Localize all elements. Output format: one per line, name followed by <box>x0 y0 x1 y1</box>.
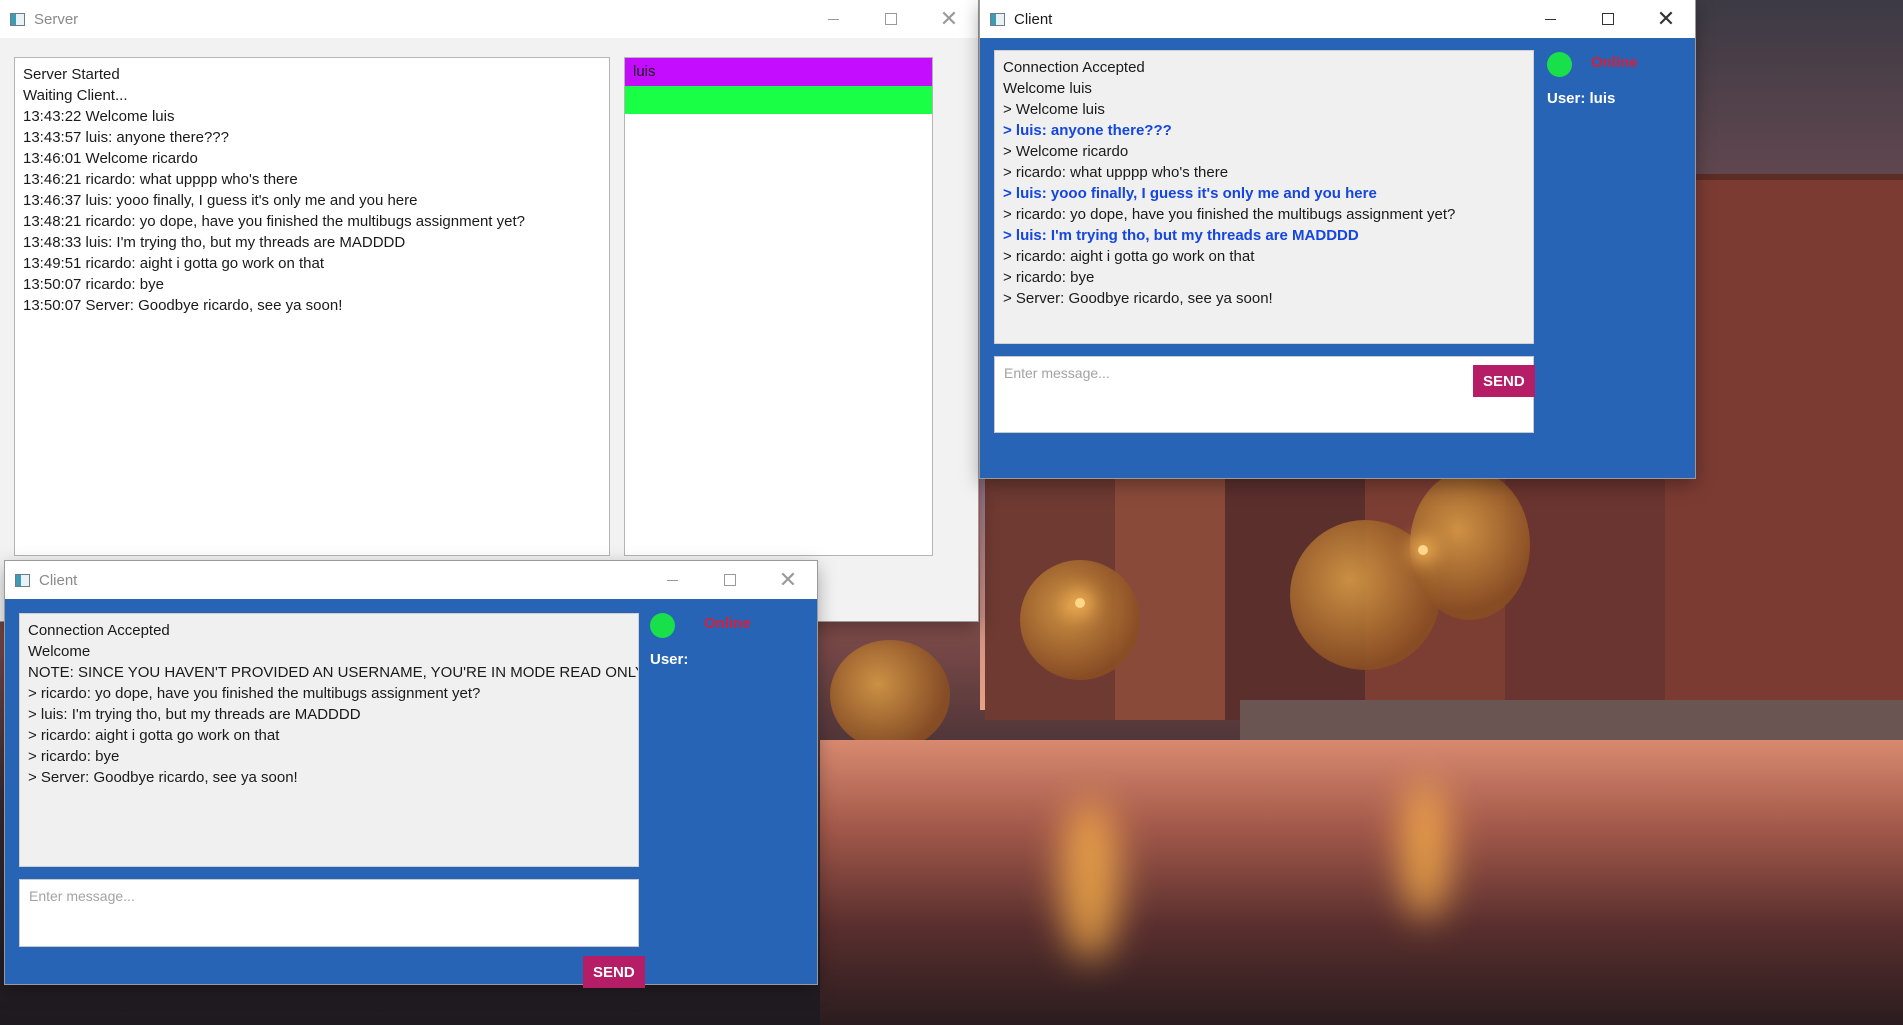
app-icon <box>990 12 1005 26</box>
log-line: > luis: anyone there??? <box>1003 122 1172 139</box>
user-label: User: luis <box>1547 90 1616 107</box>
minimize-button[interactable] <box>804 0 862 38</box>
log-line: > luis: I'm trying tho, but my threads a… <box>28 706 361 723</box>
log-line: Waiting Client... <box>23 87 128 104</box>
log-line: > ricardo: aight i gotta go work on that <box>28 727 280 744</box>
online-status-icon <box>1547 52 1572 77</box>
log-line: 13:48:33 luis: I'm trying tho, but my th… <box>23 234 406 251</box>
log-line: NOTE: SINCE YOU HAVEN'T PROVIDED AN USER… <box>28 664 639 681</box>
user-label: User: <box>650 651 689 668</box>
message-input[interactable] <box>994 356 1534 433</box>
wallpaper-canal <box>820 740 1903 1025</box>
message-input[interactable] <box>19 879 639 947</box>
maximize-button[interactable] <box>862 0 920 38</box>
client-window-luis: Client ✕ Connection Accepted Welcome luis… <box>980 0 1695 478</box>
server-log[interactable]: Server Started Waiting Client... 13:43:22 … <box>14 57 610 556</box>
log-line: > Welcome ricardo <box>1003 143 1129 160</box>
log-line: 13:46:21 ricardo: what upppp who's there <box>23 171 298 188</box>
log-line: > Server: Goodbye ricardo, see ya soon! <box>28 769 298 786</box>
wallpaper-tree <box>1410 470 1530 620</box>
chat-log[interactable]: Connection Accepted Welcome NOTE: SINCE YO… <box>19 613 639 867</box>
close-button[interactable]: ✕ <box>920 0 978 38</box>
app-icon <box>15 573 30 587</box>
client-window-readonly: Client ✕ Connection Accepted Welcome NOTE:… <box>5 561 817 988</box>
window-title: Client <box>39 571 78 589</box>
log-line: > luis: I'm trying tho, but my threads a… <box>1003 227 1359 244</box>
client-panel: Connection Accepted Welcome luis > Welcome… <box>980 38 1695 478</box>
log-line: > Server: Goodbye ricardo, see ya soon! <box>1003 290 1273 307</box>
log-line: 13:49:51 ricardo: aight i gotta go work … <box>23 255 325 272</box>
status-text: Online <box>1591 54 1638 71</box>
log-line: Welcome luis <box>1003 80 1092 97</box>
client-panel: Connection Accepted Welcome NOTE: SINCE YO… <box>5 599 817 988</box>
log-line: > ricardo: yo dope, have you finished th… <box>28 685 481 702</box>
log-line: > ricardo: yo dope, have you finished th… <box>1003 206 1456 223</box>
send-button[interactable]: SEND <box>1473 365 1535 397</box>
log-line: 13:43:57 luis: anyone there??? <box>23 129 229 146</box>
log-line: 13:50:07 Server: Goodbye ricardo, see ya… <box>23 297 343 314</box>
wallpaper-reflection <box>1060 800 1120 960</box>
wallpaper-lamp <box>1075 598 1085 608</box>
server-window: Server ✕ Server Started Waiting Client...… <box>0 0 978 621</box>
log-line: 13:50:07 ricardo: bye <box>23 276 164 293</box>
wallpaper-house <box>1665 174 1903 720</box>
online-status-icon <box>650 613 675 638</box>
log-line: 13:48:21 ricardo: yo dope, have you fini… <box>23 213 525 230</box>
log-line: Connection Accepted <box>28 622 170 639</box>
log-line: > luis: yooo finally, I guess it's only … <box>1003 185 1377 202</box>
log-line: 13:46:01 Welcome ricardo <box>23 150 198 167</box>
wallpaper-pavement <box>1240 700 1903 740</box>
log-line: > ricardo: aight i gotta go work on that <box>1003 248 1255 265</box>
chat-log[interactable]: Connection Accepted Welcome luis > Welcome… <box>994 50 1534 344</box>
window-title: Server <box>34 10 79 28</box>
log-line: 13:46:37 luis: yooo finally, I guess it'… <box>23 192 418 209</box>
minimize-button[interactable] <box>1521 0 1579 38</box>
minimize-button[interactable] <box>643 561 701 599</box>
log-line: 13:43:22 Welcome luis <box>23 108 175 125</box>
status-text: Online <box>704 615 751 632</box>
log-line: > ricardo: bye <box>28 748 120 765</box>
wallpaper-lamp <box>1418 545 1428 555</box>
send-button[interactable]: SEND <box>583 956 645 988</box>
connected-users-list[interactable]: luis <box>624 57 933 556</box>
wallpaper-tree <box>1020 560 1140 680</box>
log-line: Welcome <box>28 643 91 660</box>
log-line: > ricardo: what upppp who's there <box>1003 164 1229 181</box>
client-titlebar[interactable]: Client ✕ <box>5 561 817 599</box>
log-line: Connection Accepted <box>1003 59 1145 76</box>
close-button[interactable]: ✕ <box>1637 0 1695 38</box>
log-line: Server Started <box>23 66 120 83</box>
user-list-item[interactable] <box>625 86 932 114</box>
wallpaper-tree <box>830 640 950 750</box>
maximize-button[interactable] <box>701 561 759 599</box>
log-line: > ricardo: bye <box>1003 269 1095 286</box>
app-icon <box>10 12 25 26</box>
log-line: > Welcome luis <box>1003 101 1105 118</box>
close-button[interactable]: ✕ <box>759 561 817 599</box>
user-list-item[interactable]: luis <box>625 58 932 86</box>
server-body: Server Started Waiting Client... 13:43:22 … <box>0 38 978 621</box>
server-titlebar[interactable]: Server ✕ <box>0 0 978 38</box>
wallpaper-reflection <box>1400 780 1450 920</box>
window-title: Client <box>1014 10 1053 28</box>
client-titlebar[interactable]: Client ✕ <box>980 0 1695 38</box>
maximize-button[interactable] <box>1579 0 1637 38</box>
